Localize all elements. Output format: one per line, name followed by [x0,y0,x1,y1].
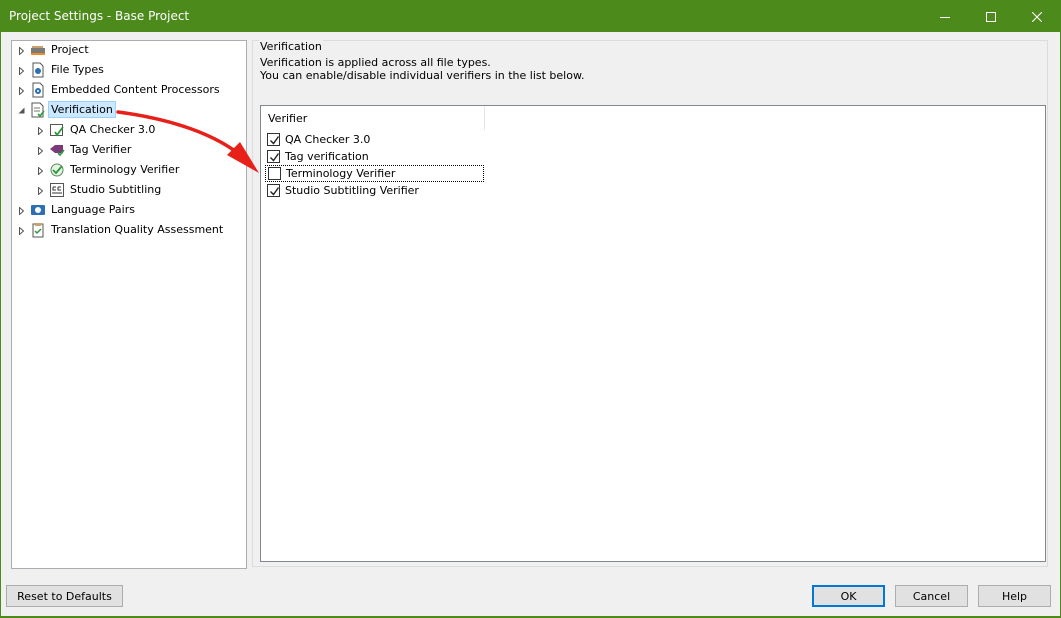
ok-button[interactable]: OK [812,585,885,607]
button-label: Cancel [912,589,951,603]
tree-item-label: File Types [51,63,104,76]
subtitling-icon [49,182,65,198]
file-types-icon [30,62,46,78]
maximize-button[interactable] [968,1,1014,32]
column-header-label: Verifier [268,112,308,125]
verifier-row-qa-checker[interactable]: QA Checker 3.0 [265,131,484,148]
tree-item-label: Translation Quality Assessment [51,223,224,236]
verifier-label: Tag verification [285,150,369,163]
minimize-icon [940,16,950,18]
window-title: Project Settings - Base Project [9,9,190,23]
tree-item-embedded-content[interactable]: Embedded Content Processors [12,81,246,99]
tag-verifier-icon [49,142,65,158]
tree-item-qa-checker[interactable]: QA Checker 3.0 [12,121,246,139]
tree-item-label: Language Pairs [51,203,135,216]
tree-item-label: Project [51,43,89,56]
embedded-content-icon [30,82,46,98]
expand-arrow-icon[interactable] [17,206,26,215]
expand-arrow-icon[interactable] [17,66,26,75]
verifier-checkbox[interactable] [267,133,280,146]
verifier-row-studio-subtitling[interactable]: Studio Subtitling Verifier [265,182,484,199]
tree-item-verification[interactable]: Verification [12,101,246,119]
tree-item-language-pairs[interactable]: Language Pairs [12,201,246,219]
column-header-verifier[interactable]: Verifier [261,106,485,130]
expand-arrow-icon[interactable] [36,186,45,195]
group-title: Verification [259,40,323,53]
terminology-verifier-icon [49,162,65,178]
maximize-icon [986,11,996,22]
verifier-checkbox[interactable] [267,184,280,197]
dialog-client-area: Project File Types Embedded Content Proc… [1,32,1060,616]
tree-item-file-types[interactable]: File Types [12,61,246,79]
description-line-1: Verification is applied across all file … [260,56,491,69]
tree-item-label: Tag Verifier [70,143,132,156]
verification-icon [30,102,46,118]
settings-tree[interactable]: Project File Types Embedded Content Proc… [11,40,247,569]
expand-arrow-icon[interactable] [36,126,45,135]
expand-arrow-icon[interactable] [17,226,26,235]
button-label: Reset to Defaults [17,589,112,603]
tree-item-label: Terminology Verifier [70,163,180,176]
project-icon [30,42,46,58]
expand-arrow-icon[interactable] [36,166,45,175]
verifier-list[interactable]: Verifier QA Checker 3.0 Tag verification… [260,105,1046,562]
button-label: Help [1001,589,1028,603]
verifier-checkbox[interactable] [267,150,280,163]
collapse-arrow-icon[interactable] [17,106,26,115]
verifier-label: Terminology Verifier [286,167,396,180]
description-line-2: You can enable/disable individual verifi… [260,69,585,82]
button-label: OK [840,589,857,603]
reset-to-defaults-button[interactable]: Reset to Defaults [6,585,123,607]
verifier-label: QA Checker 3.0 [285,133,371,146]
minimize-button[interactable] [922,1,968,32]
project-settings-window: Project Settings - Base Project Project … [0,0,1061,617]
verifier-checkbox[interactable] [268,167,281,180]
cancel-button[interactable]: Cancel [895,585,968,607]
tree-item-tqa[interactable]: Translation Quality Assessment [12,221,246,239]
expand-arrow-icon[interactable] [17,86,26,95]
verifier-label: Studio Subtitling Verifier [285,184,419,197]
tree-item-label: Studio Subtitling [70,183,162,196]
close-button[interactable] [1014,1,1060,32]
expand-arrow-icon[interactable] [17,46,26,55]
verifier-row-terminology-verifier[interactable]: Terminology Verifier [265,165,484,182]
language-pairs-icon [30,202,46,218]
tree-item-label: Embedded Content Processors [51,83,220,96]
tree-item-terminology-verifier[interactable]: Terminology Verifier [12,161,246,179]
tree-item-studio-subtitling[interactable]: Studio Subtitling [12,181,246,199]
close-icon [1032,11,1042,22]
tree-item-project[interactable]: Project [12,41,246,59]
tqa-icon [30,222,46,238]
tree-item-tag-verifier[interactable]: Tag Verifier [12,141,246,159]
qa-checker-icon [49,122,65,138]
title-bar[interactable]: Project Settings - Base Project [1,1,1060,32]
tree-item-label: Verification [48,101,116,118]
verifier-row-tag-verification[interactable]: Tag verification [265,148,484,165]
expand-arrow-icon[interactable] [36,146,45,155]
help-button[interactable]: Help [978,585,1051,607]
tree-item-label: QA Checker 3.0 [70,123,156,136]
